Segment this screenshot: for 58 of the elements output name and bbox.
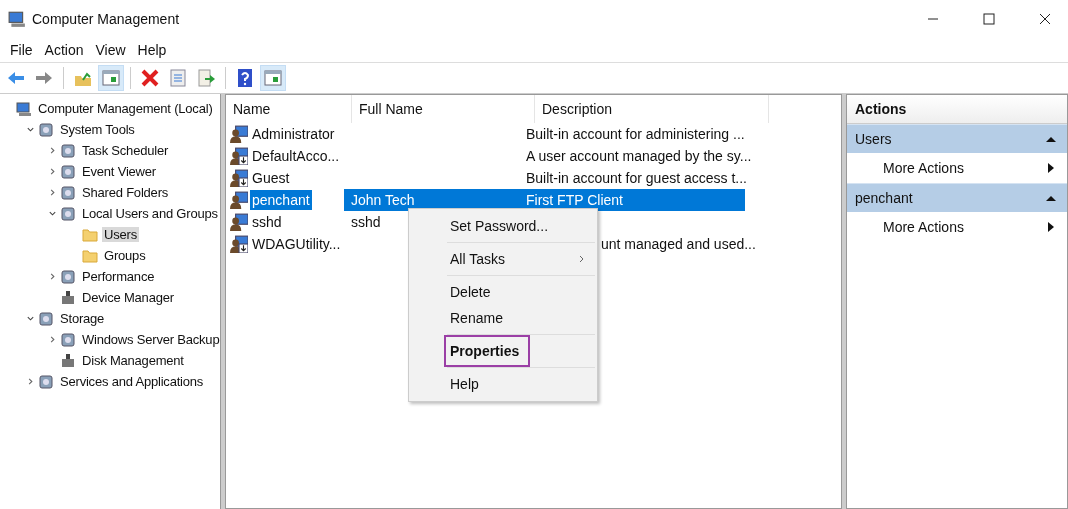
user-name[interactable]: Administrator: [250, 124, 337, 144]
menu-item[interactable]: Delete: [447, 279, 559, 305]
tree-item[interactable]: Windows Server Backup: [80, 332, 222, 347]
table-cell-text: First FTP Client: [525, 191, 624, 210]
tree-item[interactable]: Groups: [102, 248, 148, 263]
action-item[interactable]: More Actions: [847, 153, 1067, 183]
window-title: Computer Management: [32, 11, 180, 27]
menu-item[interactable]: File: [4, 40, 39, 60]
collapse-icon[interactable]: [1045, 135, 1057, 143]
app-icon: [8, 10, 26, 28]
menu-item[interactable]: Set Password...: [447, 213, 559, 239]
menu-item[interactable]: Rename: [447, 305, 559, 331]
table-cell-text: John Tech: [350, 191, 416, 210]
section-header[interactable]: Users: [847, 124, 1067, 153]
table-cell-text: Built-in account for administering ...: [525, 125, 746, 144]
tree-item[interactable]: Local Users and Groups: [80, 206, 220, 221]
tree-item[interactable]: Event Viewer: [80, 164, 158, 179]
computer-icon: [16, 100, 32, 117]
pane-icon: [263, 68, 283, 88]
export-icon: [196, 68, 216, 88]
tree-item[interactable]: Users: [102, 227, 139, 242]
delete-icon: [140, 68, 160, 88]
tree-item[interactable]: Storage: [58, 311, 107, 326]
table-cell-text: sshd: [350, 213, 382, 232]
help-icon: [235, 68, 255, 88]
device-icon: [60, 352, 76, 369]
tree-item[interactable]: Performance: [80, 269, 157, 284]
table-cell-text: A user account managed by the sy...: [525, 147, 753, 166]
collapse-icon[interactable]: [1045, 194, 1057, 202]
tree-item[interactable]: Task Scheduler: [80, 143, 171, 158]
user-name[interactable]: penchant: [250, 190, 312, 210]
menu-item[interactable]: Action: [38, 40, 90, 60]
pane-icon: [101, 68, 121, 88]
tree-item[interactable]: Computer Management (Local): [36, 101, 215, 116]
tree-item[interactable]: Shared Folders: [80, 185, 171, 200]
section-header[interactable]: penchant: [847, 183, 1067, 212]
menu-item[interactable]: Help: [447, 371, 559, 397]
user-name[interactable]: sshd: [250, 212, 284, 232]
toolbar-button[interactable]: [98, 65, 124, 91]
folder-icon: [82, 247, 98, 264]
toolbar-button[interactable]: [260, 65, 286, 91]
folder-icon: [82, 226, 98, 243]
tree-item[interactable]: Services and Applications: [58, 374, 206, 389]
menu-item[interactable]: Help: [131, 40, 173, 60]
column-header[interactable]: Full Name: [352, 95, 535, 123]
tree-item[interactable]: System Tools: [58, 122, 137, 137]
device-icon: [60, 289, 76, 306]
properties-icon: [168, 68, 188, 88]
menu-item[interactable]: All Tasks: [447, 246, 589, 272]
table-cell-text: unt managed and used...: [600, 235, 757, 254]
column-header[interactable]: Description: [535, 95, 769, 123]
menu-item[interactable]: Properties: [447, 338, 527, 364]
table-cell-text: Built-in account for guest access t...: [525, 169, 748, 188]
tree-item[interactable]: Disk Management: [80, 353, 186, 368]
menu-item[interactable]: View: [89, 40, 132, 60]
tree-item[interactable]: Device Manager: [80, 290, 176, 305]
column-header[interactable]: Name: [226, 95, 352, 123]
action-item[interactable]: More Actions: [847, 212, 1067, 242]
